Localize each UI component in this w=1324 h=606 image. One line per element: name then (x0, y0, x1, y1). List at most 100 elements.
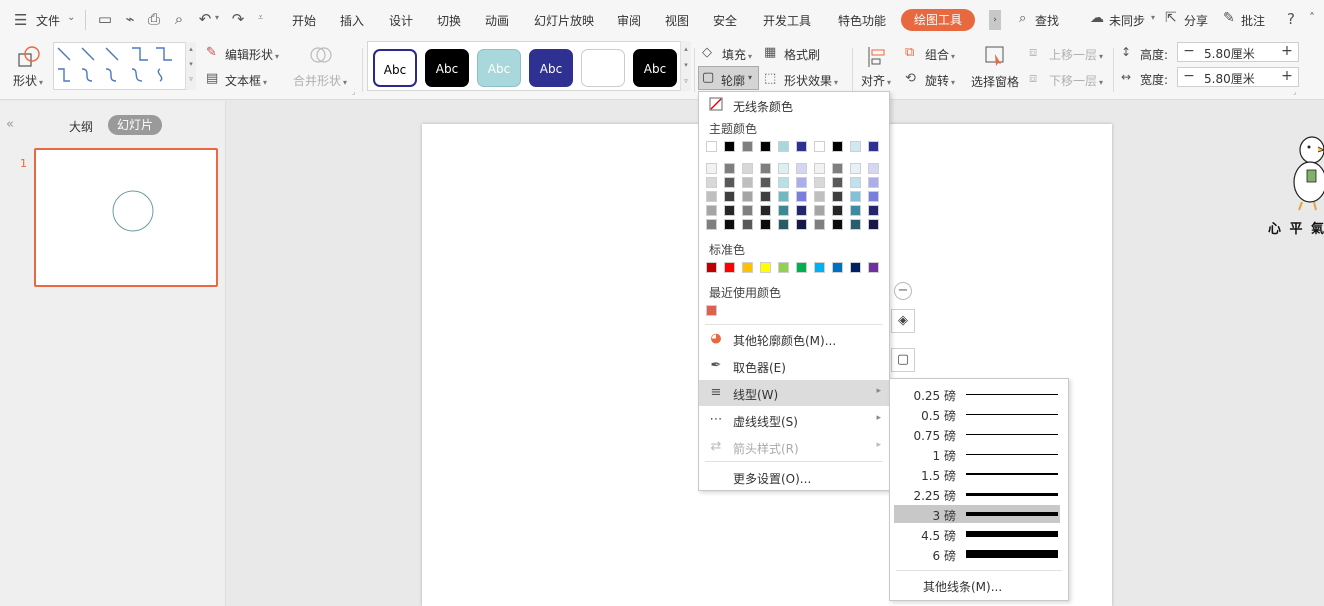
tab-9[interactable]: 开发工具 (763, 12, 811, 29)
more-tabs-button[interactable]: › (989, 10, 1001, 30)
theme-shade-swatch[interactable] (796, 205, 807, 216)
width-input[interactable]: 5.80厘米 (1204, 70, 1255, 87)
customize-dropdown-icon[interactable]: ⩡ (258, 13, 263, 23)
line-weight-option[interactable]: 1.5 磅 (894, 465, 1060, 483)
shape-style-sample[interactable]: Abc (633, 49, 677, 87)
theme-shade-swatch[interactable] (724, 191, 735, 202)
theme-color-swatch[interactable] (778, 141, 789, 152)
theme-shade-swatch[interactable] (778, 163, 789, 174)
theme-shade-swatch[interactable] (868, 163, 879, 174)
standard-color-swatch[interactable] (706, 262, 717, 273)
sync-button[interactable]: 未同步 (1109, 12, 1145, 29)
selection-pane-button[interactable]: 选择窗格 (971, 73, 1019, 90)
theme-shade-swatch[interactable] (778, 191, 789, 202)
theme-color-swatch[interactable] (742, 141, 753, 152)
help-button[interactable]: ? (1287, 10, 1295, 28)
chevron-down-icon[interactable]: ▾ (1151, 13, 1155, 22)
export-icon[interactable]: ⌁ (121, 10, 139, 28)
theme-shade-swatch[interactable] (760, 205, 771, 216)
collapse-panel-icon[interactable]: « (6, 117, 14, 132)
standard-color-swatch[interactable] (796, 262, 807, 273)
standard-color-swatch[interactable] (778, 262, 789, 273)
theme-shade-swatch[interactable] (868, 219, 879, 230)
theme-shade-swatch[interactable] (814, 205, 825, 216)
tab-11[interactable]: 绘图工具 (901, 9, 975, 31)
theme-shade-swatch[interactable] (742, 219, 753, 230)
shape-style-sample[interactable] (581, 49, 625, 87)
theme-shade-swatch[interactable] (814, 191, 825, 202)
no-line-color-item[interactable]: 无线条颜色 (699, 92, 889, 118)
cloud-icon[interactable]: ☁ (1090, 10, 1104, 26)
theme-shade-swatch[interactable] (814, 163, 825, 174)
theme-color-swatch[interactable] (814, 141, 825, 152)
style-gallery-scroll[interactable]: ▴ ▾ ▿ (680, 41, 691, 91)
print-preview-icon[interactable]: ⌕ (170, 10, 188, 28)
more-lines-item[interactable]: 其他线条(M)... (923, 578, 1002, 595)
standard-color-swatch[interactable] (832, 262, 843, 273)
shape-style-sample[interactable]: Abc (477, 49, 521, 87)
height-increase-button[interactable]: + (1276, 43, 1298, 61)
redo-icon[interactable]: ↷ (229, 10, 247, 28)
chevron-down-icon[interactable]: ⌄ (67, 12, 75, 23)
tab-1[interactable]: 插入 (340, 12, 364, 29)
send-backward-button[interactable]: 下移一层 ▾ (1049, 72, 1103, 89)
recent-color-swatch[interactable] (706, 305, 717, 316)
edit-shape-button[interactable]: 编辑形状 ▾ (225, 46, 279, 63)
tab-3[interactable]: 切换 (437, 12, 461, 29)
send-backward-icon[interactable]: ⧈ (1029, 71, 1037, 86)
fill-style-button[interactable]: ◈ (891, 309, 915, 333)
shape-style-sample[interactable]: Abc (425, 49, 469, 87)
standard-color-swatch[interactable] (868, 262, 879, 273)
theme-color-swatch[interactable] (832, 141, 843, 152)
theme-shade-swatch[interactable] (868, 205, 879, 216)
textbox-button[interactable]: 文本框 ▾ (225, 72, 267, 89)
standard-color-swatch[interactable] (724, 262, 735, 273)
theme-shade-swatch[interactable] (796, 219, 807, 230)
rotate-button[interactable]: 旋转 ▾ (925, 72, 955, 89)
shape-effect-icon[interactable]: ⬚ (764, 71, 776, 86)
theme-shade-swatch[interactable] (796, 163, 807, 174)
width-increase-button[interactable]: + (1276, 68, 1298, 86)
theme-shade-swatch[interactable] (724, 219, 735, 230)
chevron-down-icon[interactable]: ▾ (748, 73, 752, 82)
group-launcher-icon[interactable]: ⌟ (352, 88, 355, 96)
edit-shape-icon[interactable]: ✎ (206, 45, 217, 60)
group-icon[interactable]: ⧉ (905, 45, 914, 60)
height-input[interactable]: 5.80厘米 (1204, 45, 1255, 62)
gallery-scroll[interactable]: ▴ ▾ ▿ (185, 42, 196, 90)
theme-shade-swatch[interactable] (868, 191, 879, 202)
theme-shade-swatch[interactable] (742, 177, 753, 188)
theme-shade-swatch[interactable] (850, 219, 861, 230)
shape-style-sample[interactable]: Abc (529, 49, 573, 87)
undo-icon[interactable]: ↶ (196, 10, 214, 28)
theme-shade-swatch[interactable] (832, 205, 843, 216)
line-weight-option[interactable]: 0.25 磅 (894, 385, 1060, 403)
theme-shade-swatch[interactable] (850, 177, 861, 188)
minimize-ribbon-icon[interactable]: ˄ (1309, 11, 1315, 25)
line-weight-option[interactable]: 6 磅 (894, 545, 1060, 563)
theme-shade-swatch[interactable] (706, 205, 717, 216)
theme-shade-swatch[interactable] (724, 205, 735, 216)
theme-shade-swatch[interactable] (724, 163, 735, 174)
more-outline-colors-item[interactable]: ◕ 其他轮廓颜色(M)... (699, 326, 889, 352)
theme-shade-swatch[interactable] (706, 219, 717, 230)
theme-shade-swatch[interactable] (832, 191, 843, 202)
line-type-item[interactable]: ≡ 线型(W) ▸ (699, 380, 889, 406)
comment-icon[interactable]: ✎ (1223, 10, 1235, 26)
theme-shade-swatch[interactable] (850, 163, 861, 174)
theme-shade-swatch[interactable] (832, 177, 843, 188)
theme-shade-swatch[interactable] (760, 177, 771, 188)
tab-0[interactable]: 开始 (292, 12, 316, 29)
theme-shade-swatch[interactable] (742, 191, 753, 202)
standard-color-swatch[interactable] (760, 262, 771, 273)
group-button[interactable]: 组合 ▾ (925, 46, 955, 63)
theme-shade-swatch[interactable] (814, 219, 825, 230)
align-icon[interactable] (866, 45, 888, 69)
format-brush-icon[interactable]: ▦ (764, 45, 776, 60)
theme-shade-swatch[interactable] (796, 191, 807, 202)
line-weight-option[interactable]: 1 磅 (894, 445, 1060, 463)
theme-shade-swatch[interactable] (706, 163, 717, 174)
save-icon[interactable]: ▭ (96, 10, 114, 28)
selection-pane-icon[interactable] (983, 44, 1007, 68)
theme-shade-swatch[interactable] (832, 219, 843, 230)
